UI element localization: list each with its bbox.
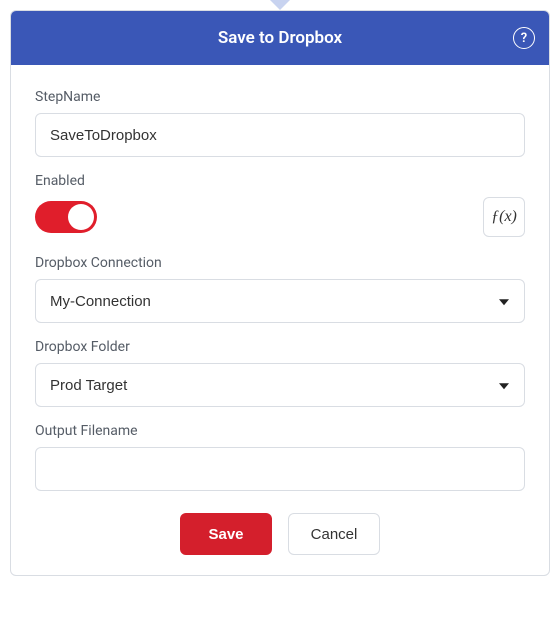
folder-select[interactable]: Prod Target — [35, 363, 525, 407]
connection-label: Dropbox Connection — [35, 255, 525, 271]
toggle-knob — [68, 204, 94, 230]
dialog-title: Save to Dropbox — [218, 28, 342, 48]
connector-arrow-icon — [270, 0, 290, 10]
field-step-name: StepName — [35, 89, 525, 157]
step-name-input[interactable] — [35, 113, 525, 157]
field-enabled: Enabled ƒ(x) — [35, 173, 525, 237]
enabled-toggle[interactable] — [35, 201, 97, 233]
help-icon[interactable]: ? — [513, 27, 535, 49]
field-output-filename: Output Filename — [35, 423, 525, 491]
dialog-card: Save to Dropbox ? StepName Enabled ƒ(x) — [10, 10, 550, 576]
dialog-header: Save to Dropbox ? — [11, 11, 549, 65]
enabled-label: Enabled — [35, 173, 525, 189]
step-name-label: StepName — [35, 89, 525, 105]
field-dropbox-folder: Dropbox Folder Prod Target — [35, 339, 525, 407]
cancel-button[interactable]: Cancel — [288, 513, 380, 555]
connection-select[interactable]: My-Connection — [35, 279, 525, 323]
output-filename-input[interactable] — [35, 447, 525, 491]
fx-button[interactable]: ƒ(x) — [483, 197, 525, 237]
output-filename-label: Output Filename — [35, 423, 525, 439]
fx-icon: ƒ(x) — [491, 208, 517, 226]
field-dropbox-connection: Dropbox Connection My-Connection — [35, 255, 525, 323]
save-button[interactable]: Save — [180, 513, 272, 555]
folder-label: Dropbox Folder — [35, 339, 525, 355]
dialog-body: StepName Enabled ƒ(x) Dropbox Connection — [11, 65, 549, 575]
dialog-footer: Save Cancel — [35, 513, 525, 555]
